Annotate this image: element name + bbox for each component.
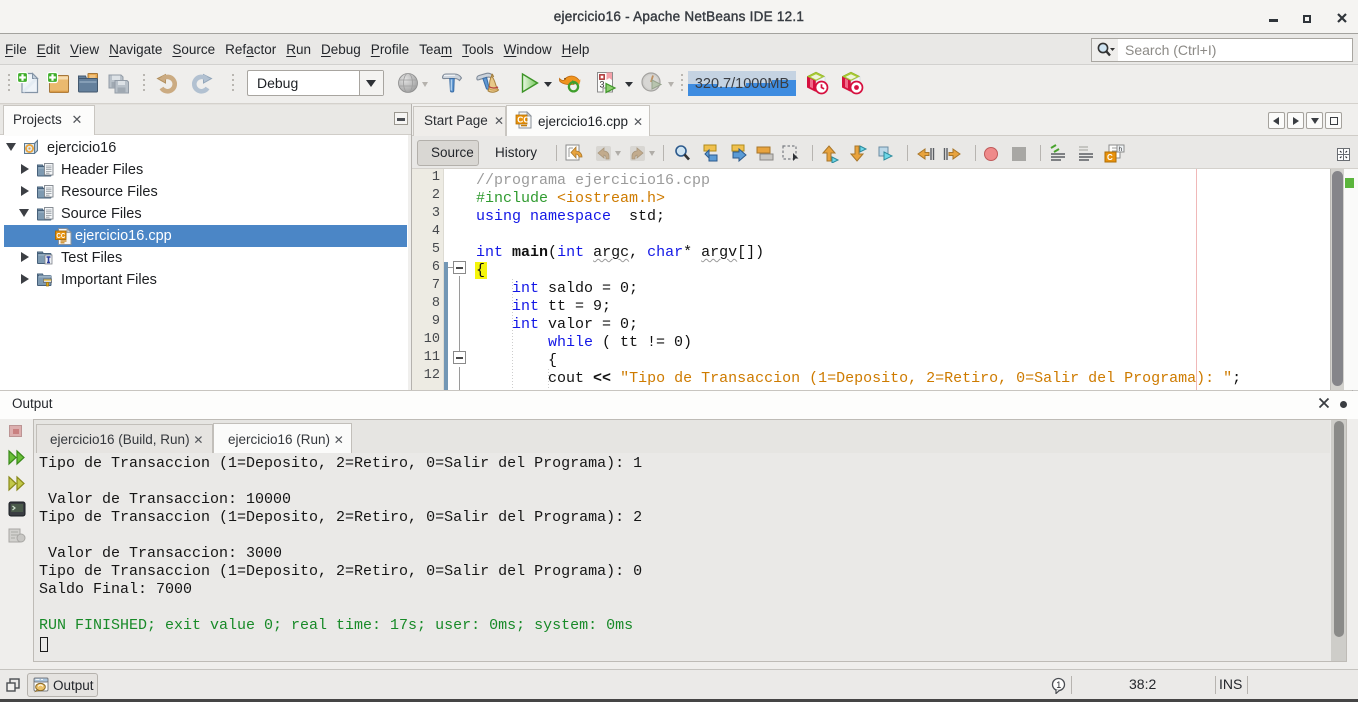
svg-text:CC: CC: [517, 114, 529, 124]
svg-text:CC: CC: [56, 231, 65, 240]
svg-text:C: C: [1107, 153, 1113, 162]
svg-text:1: 1: [1056, 680, 1061, 690]
svg-text:3: 3: [600, 80, 605, 90]
svg-text:h: h: [1119, 146, 1123, 153]
